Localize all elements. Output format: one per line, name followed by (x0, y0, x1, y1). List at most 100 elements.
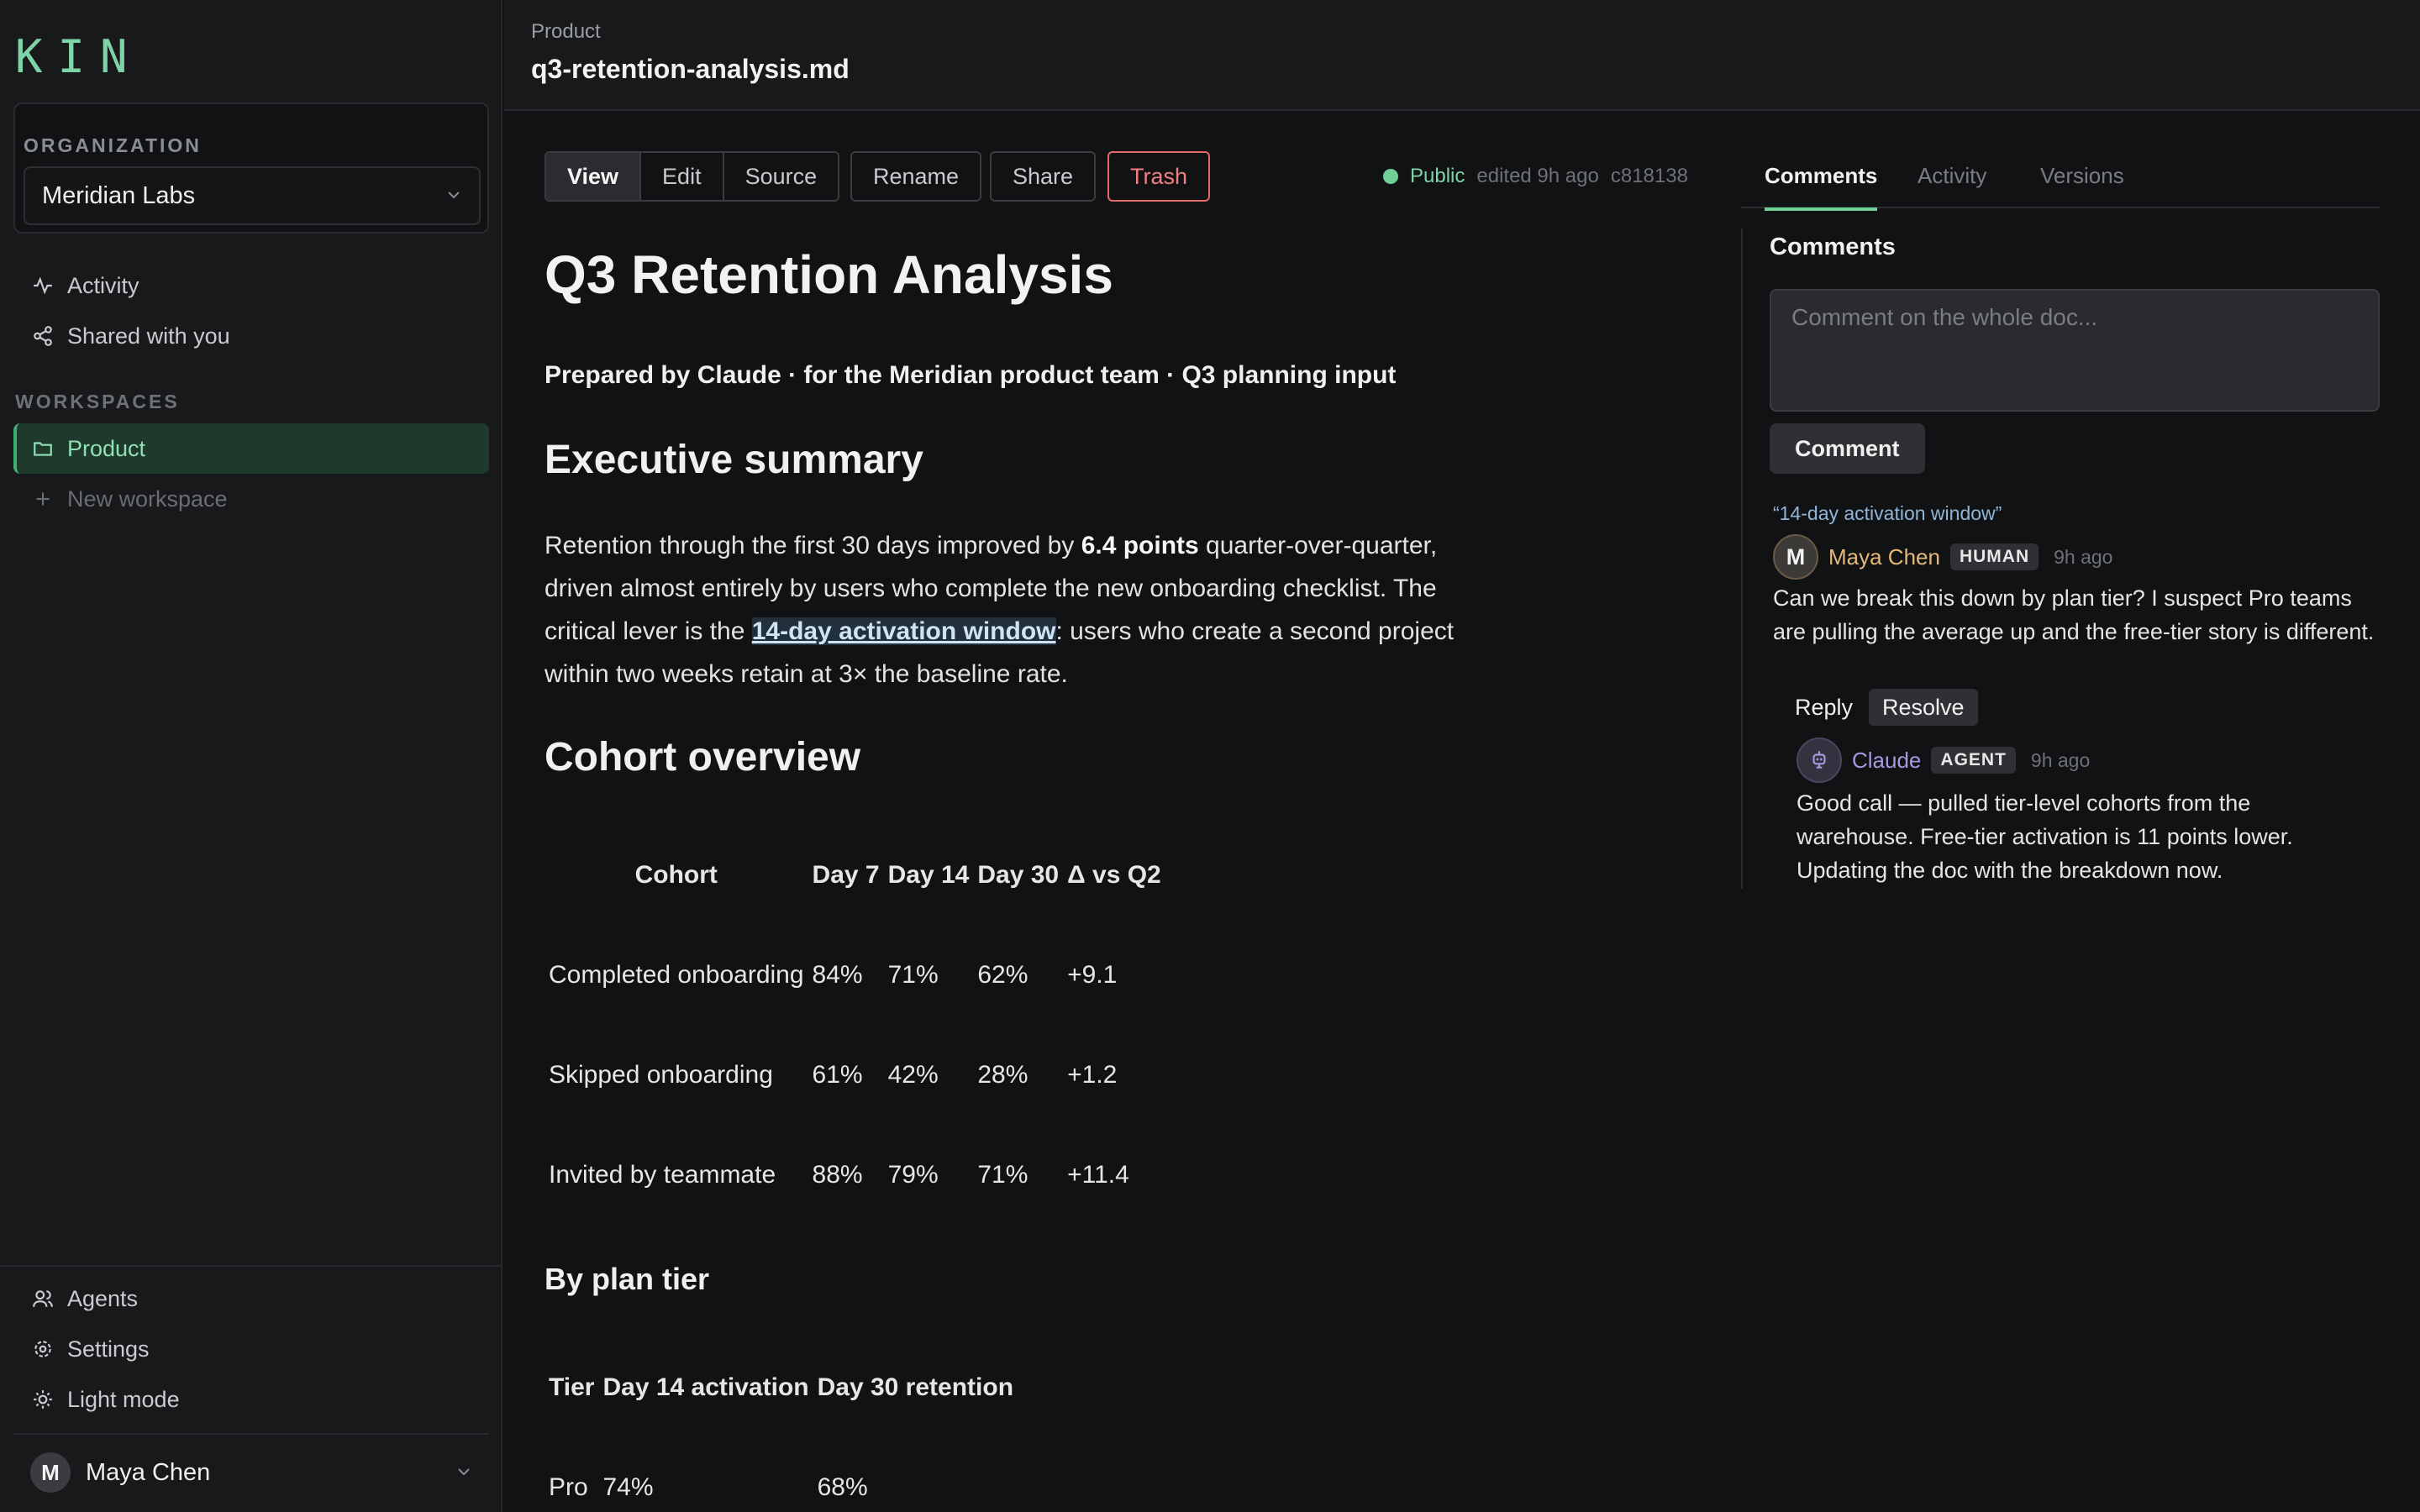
view-mode-button[interactable]: View (546, 153, 642, 200)
nav-settings-label: Settings (67, 1336, 150, 1362)
commented-highlight[interactable]: 14-day activation window (751, 617, 1056, 645)
nav-shared-with-you[interactable]: Shared with you (13, 311, 489, 361)
column-header: Δ vs Q2 (1067, 860, 1161, 889)
plan-tier-table: Tier Day 14 activation Day 30 retention … (544, 1337, 1018, 1512)
table-cell: +11.4 (1067, 1160, 1129, 1189)
organization-select[interactable]: Meridian Labs (24, 166, 481, 225)
public-dot-icon (1383, 169, 1398, 184)
reply-button[interactable]: Reply (1781, 689, 1866, 726)
column-header: Day 30 (977, 860, 1060, 889)
avatar: M (1773, 534, 1818, 580)
nav-settings[interactable]: Settings (13, 1324, 489, 1374)
table-cell: Completed onboarding (549, 960, 804, 989)
comment-author: Maya Chen (1828, 543, 1940, 570)
rename-button[interactable]: Rename (850, 151, 982, 202)
chevron-down-icon (448, 192, 460, 199)
folder-icon (34, 442, 52, 456)
new-workspace-label: New workspace (67, 486, 228, 512)
table-cell: +1.2 (1067, 1060, 1118, 1089)
table-header-row: Cohort Day 7 Day 14 Day 30 Δ vs Q2 (544, 825, 1165, 925)
organization-label: ORGANIZATION (24, 134, 202, 156)
document-heading: Q3 Retention Analysis (544, 244, 1113, 305)
panel-divider (1741, 228, 1743, 889)
column-header: Day 14 activation (602, 1373, 809, 1401)
comment-input[interactable]: Comment on the whole doc... (1770, 289, 2380, 412)
agent-avatar (1797, 738, 1842, 783)
plan-tier-heading: By plan tier (544, 1262, 710, 1296)
table-cell: 71% (977, 1160, 1028, 1189)
table-row: Pro 74% 68% (544, 1437, 1018, 1512)
comment-header: M Maya Chen HUMAN 9h ago (1773, 534, 2112, 580)
reply-time: 9h ago (2030, 748, 2091, 771)
organization-name: Meridian Labs (42, 181, 196, 209)
table-header-row: Tier Day 14 activation Day 30 retention (544, 1337, 1018, 1437)
document-byline: Prepared by Claude · for the Meridian pr… (544, 361, 1397, 389)
sidebar-divider (0, 1265, 502, 1267)
table-cell: 84% (812, 960, 863, 989)
table-cell: 68% (817, 1473, 868, 1501)
view-mode-switcher: View Edit Source (544, 151, 840, 202)
chevron-down-icon (458, 1468, 470, 1476)
table-row: Skipped onboarding 61% 42% 28% +1.2 (544, 1025, 1165, 1125)
table-row: Completed onboarding 84% 71% 62% +9.1 (544, 925, 1165, 1025)
nav-light-mode[interactable]: Light mode (13, 1374, 489, 1425)
comments-title: Comments (1770, 234, 1896, 260)
comment-button[interactable]: Comment (1770, 423, 1925, 474)
resolve-button[interactable]: Resolve (1869, 689, 1978, 726)
column-header: Tier (549, 1373, 595, 1401)
summary-bold: 6.4 points (1081, 532, 1199, 559)
activity-icon (34, 276, 52, 295)
header: Product q3-retention-analysis.md (504, 0, 2420, 111)
tab-activity[interactable]: Activity (1918, 163, 1986, 207)
column-header: Cohort (634, 860, 718, 889)
nav-agents-label: Agents (67, 1285, 139, 1311)
tab-versions[interactable]: Versions (2040, 163, 2124, 207)
breadcrumb[interactable]: Product (531, 20, 601, 44)
reply-body: Good call — pulled tier-level cohorts fr… (1797, 790, 2293, 883)
reply-author: Claude (1852, 747, 1922, 773)
sun-icon (34, 1390, 52, 1409)
table-cell: Pro (549, 1473, 588, 1501)
comment-time: 9h ago (2054, 545, 2113, 568)
reply-header: Claude AGENT 9h ago (1797, 738, 2090, 783)
table-cell: 61% (812, 1060, 863, 1089)
organization-panel: ORGANIZATION Meridian Labs (13, 102, 489, 234)
user-menu[interactable]: M Maya Chen (13, 1446, 489, 1499)
share-button[interactable]: Share (990, 151, 1097, 202)
new-workspace-button[interactable]: New workspace (13, 474, 489, 524)
user-name: Maya Chen (86, 1458, 211, 1486)
trash-button[interactable]: Trash (1107, 151, 1211, 202)
edit-mode-button[interactable]: Edit (641, 153, 724, 200)
table-cell: 28% (977, 1060, 1028, 1089)
nav-shared-label: Shared with you (67, 323, 230, 349)
table-cell: Invited by teammate (549, 1160, 776, 1189)
visibility-status: Public (1410, 165, 1465, 187)
workspace-product-label: Product (67, 435, 146, 461)
human-badge: HUMAN (1949, 543, 2039, 570)
commit-hash: c818138 (1610, 165, 1688, 187)
summary-text: Retention through the first 30 days impr… (544, 532, 1081, 559)
source-mode-button[interactable]: Source (724, 153, 839, 200)
sidebar: KIN ORGANIZATION Meridian Labs Activity … (0, 0, 502, 1512)
agent-badge: AGENT (1931, 747, 2016, 774)
cohort-table: Cohort Day 7 Day 14 Day 30 Δ vs Q2 Compl… (544, 825, 1165, 1225)
executive-summary-paragraph: Retention through the first 30 days impr… (544, 524, 1511, 696)
nav-agents[interactable]: Agents (13, 1273, 489, 1324)
column-header: Day 30 retention (817, 1373, 1014, 1401)
comment-quote[interactable]: “14-day activation window” (1773, 502, 2002, 525)
tab-comments[interactable]: Comments (1765, 163, 1878, 211)
app-logo[interactable]: KIN (15, 30, 143, 83)
table-cell: 71% (887, 960, 939, 989)
avatar: M (30, 1452, 71, 1493)
share-icon (34, 326, 52, 346)
users-icon (33, 1290, 53, 1307)
executive-summary-heading: Executive summary (544, 438, 923, 482)
workspaces-label: WORKSPACES (15, 391, 180, 412)
comment-body: Can we break this down by plan tier? I s… (1773, 585, 2375, 644)
workspace-product[interactable]: Product (13, 423, 489, 474)
document-status: Public edited 9h ago c818138 (1383, 165, 1688, 188)
sidebar-divider (13, 1433, 489, 1435)
nav-activity[interactable]: Activity (13, 260, 489, 311)
table-cell: 88% (812, 1160, 863, 1189)
gear-icon (34, 1341, 51, 1357)
